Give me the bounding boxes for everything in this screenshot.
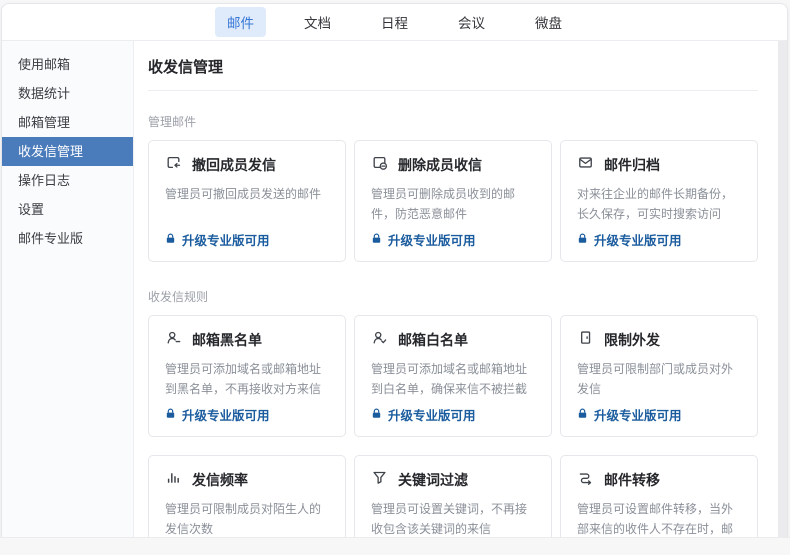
top-navigation: 邮件 文档 日程 会议 微盘 [2,4,787,41]
tab-schedule[interactable]: 日程 [369,7,420,37]
tab-drive[interactable]: 微盘 [523,7,574,37]
send-frequency-icon [165,469,182,491]
section-label-send-receive-rules: 收发信规则 [148,288,758,305]
admin-window: 邮件 文档 日程 会议 微盘 使用邮箱 数据统计 邮箱管理 收发信管理 操作日志… [1,3,788,537]
keyword-filter-icon [371,469,388,491]
upgrade-label: 升级专业版可用 [594,405,682,424]
card-title: 删除成员收信 [398,155,482,175]
card-title: 发信频率 [192,470,248,490]
lock-icon [577,408,588,422]
card-description: 管理员可限制部门或成员对外发信 [577,360,741,400]
card-restrict-outgoing[interactable]: 限制外发 管理员可限制部门或成员对外发信 升级专业版可用 [560,315,758,437]
lock-icon [577,233,588,247]
lock-icon [165,233,176,247]
manage-mail-card-grid: 撤回成员发信 管理员可撤回成员发送的邮件 升级专业版可用 删除成员收信 管理员可… [148,140,758,262]
main-content: 收发信管理 管理邮件 撤回成员发信 管理员可撤回成员发送的邮件 升级专业版可用 [134,41,778,537]
upgrade-link[interactable]: 升级专业版可用 [371,405,535,424]
recall-icon [165,154,182,176]
card-keyword-filter[interactable]: 关键词过滤 管理员可设置关键词，不再接收包含该关键词的来信 升级专业版可用 [354,455,552,537]
sidebar-item-operation-log[interactable]: 操作日志 [2,166,133,195]
card-delete-member-mail[interactable]: 删除成员收信 管理员可删除成员收到的邮件，防范恶意邮件 升级专业版可用 [354,140,552,262]
mail-transfer-icon [577,469,594,491]
page-title: 收发信管理 [148,56,758,77]
card-mail-whitelist[interactable]: 邮箱白名单 管理员可添加域名或邮箱地址到白名单，确保来信不被拦截 升级专业版可用 [354,315,552,437]
page-background-strip [0,537,790,555]
section-label-manage-mail: 管理邮件 [148,113,758,130]
upgrade-link[interactable]: 升级专业版可用 [577,405,741,424]
card-recall-member-mail[interactable]: 撤回成员发信 管理员可撤回成员发送的邮件 升级专业版可用 [148,140,346,262]
sidebar-item-settings[interactable]: 设置 [2,195,133,224]
blacklist-icon [165,329,182,351]
upgrade-label: 升级专业版可用 [594,230,682,249]
card-title: 关键词过滤 [398,470,468,490]
card-mail-archive[interactable]: 邮件归档 对来往企业的邮件长期备份，长久保存，可实时搜索访问 升级专业版可用 [560,140,758,262]
delete-mail-icon [371,154,388,176]
card-mail-transfer[interactable]: 邮件转移 管理员可设置邮件转移，当外部来信的收件人不存在时，邮件被转移到特定邮箱… [560,455,758,537]
sidebar: 使用邮箱 数据统计 邮箱管理 收发信管理 操作日志 设置 邮件专业版 [2,41,134,537]
mail-archive-icon [577,154,594,176]
card-title: 撤回成员发信 [192,155,276,175]
vertical-scrollbar[interactable] [778,41,787,537]
upgrade-link[interactable]: 升级专业版可用 [371,230,535,249]
lock-icon [371,233,382,247]
sidebar-item-mail-pro[interactable]: 邮件专业版 [2,224,133,253]
card-title: 限制外发 [604,330,660,350]
upgrade-link[interactable]: 升级专业版可用 [577,230,741,249]
tab-docs[interactable]: 文档 [292,7,343,37]
upgrade-label: 升级专业版可用 [388,405,476,424]
card-description: 对来往企业的邮件长期备份，长久保存，可实时搜索访问 [577,185,741,225]
upgrade-label: 升级专业版可用 [182,405,270,424]
card-description: 管理员可添加域名或邮箱地址到黑名单，不再接收对方来信 [165,360,329,400]
lock-icon [165,408,176,422]
upgrade-label: 升级专业版可用 [388,230,476,249]
sidebar-item-statistics[interactable]: 数据统计 [2,79,133,108]
upgrade-link[interactable]: 升级专业版可用 [165,230,329,249]
upgrade-label: 升级专业版可用 [182,230,270,249]
restrict-outgoing-icon [577,329,594,351]
upgrade-link[interactable]: 升级专业版可用 [165,405,329,424]
card-title: 邮件归档 [604,155,660,175]
divider [148,90,758,91]
card-send-frequency[interactable]: 发信频率 管理员可限制成员对陌生人的发信次数 升级专业版可用 [148,455,346,537]
lock-icon [371,408,382,422]
sidebar-item-mailbox-management[interactable]: 邮箱管理 [2,108,133,137]
card-mail-blacklist[interactable]: 邮箱黑名单 管理员可添加域名或邮箱地址到黑名单，不再接收对方来信 升级专业版可用 [148,315,346,437]
card-title: 邮件转移 [604,470,660,490]
sidebar-item-send-receive-management[interactable]: 收发信管理 [2,137,133,166]
card-description: 管理员可设置邮件转移，当外部来信的收件人不存在时，邮件被转移到特定邮箱 [577,500,741,537]
tab-meeting[interactable]: 会议 [446,7,497,37]
card-title: 邮箱白名单 [398,330,468,350]
card-description: 管理员可添加域名或邮箱地址到白名单，确保来信不被拦截 [371,360,535,400]
card-description: 管理员可撤回成员发送的邮件 [165,185,329,205]
card-description: 管理员可删除成员收到的邮件，防范恶意邮件 [371,185,535,225]
card-description: 管理员可限制成员对陌生人的发信次数 [165,500,329,537]
sidebar-item-usage[interactable]: 使用邮箱 [2,50,133,79]
whitelist-icon [371,329,388,351]
rules-card-grid: 邮箱黑名单 管理员可添加域名或邮箱地址到黑名单，不再接收对方来信 升级专业版可用… [148,315,758,537]
tab-mail[interactable]: 邮件 [215,7,266,37]
card-title: 邮箱黑名单 [192,330,262,350]
card-description: 管理员可设置关键词，不再接收包含该关键词的来信 [371,500,535,537]
